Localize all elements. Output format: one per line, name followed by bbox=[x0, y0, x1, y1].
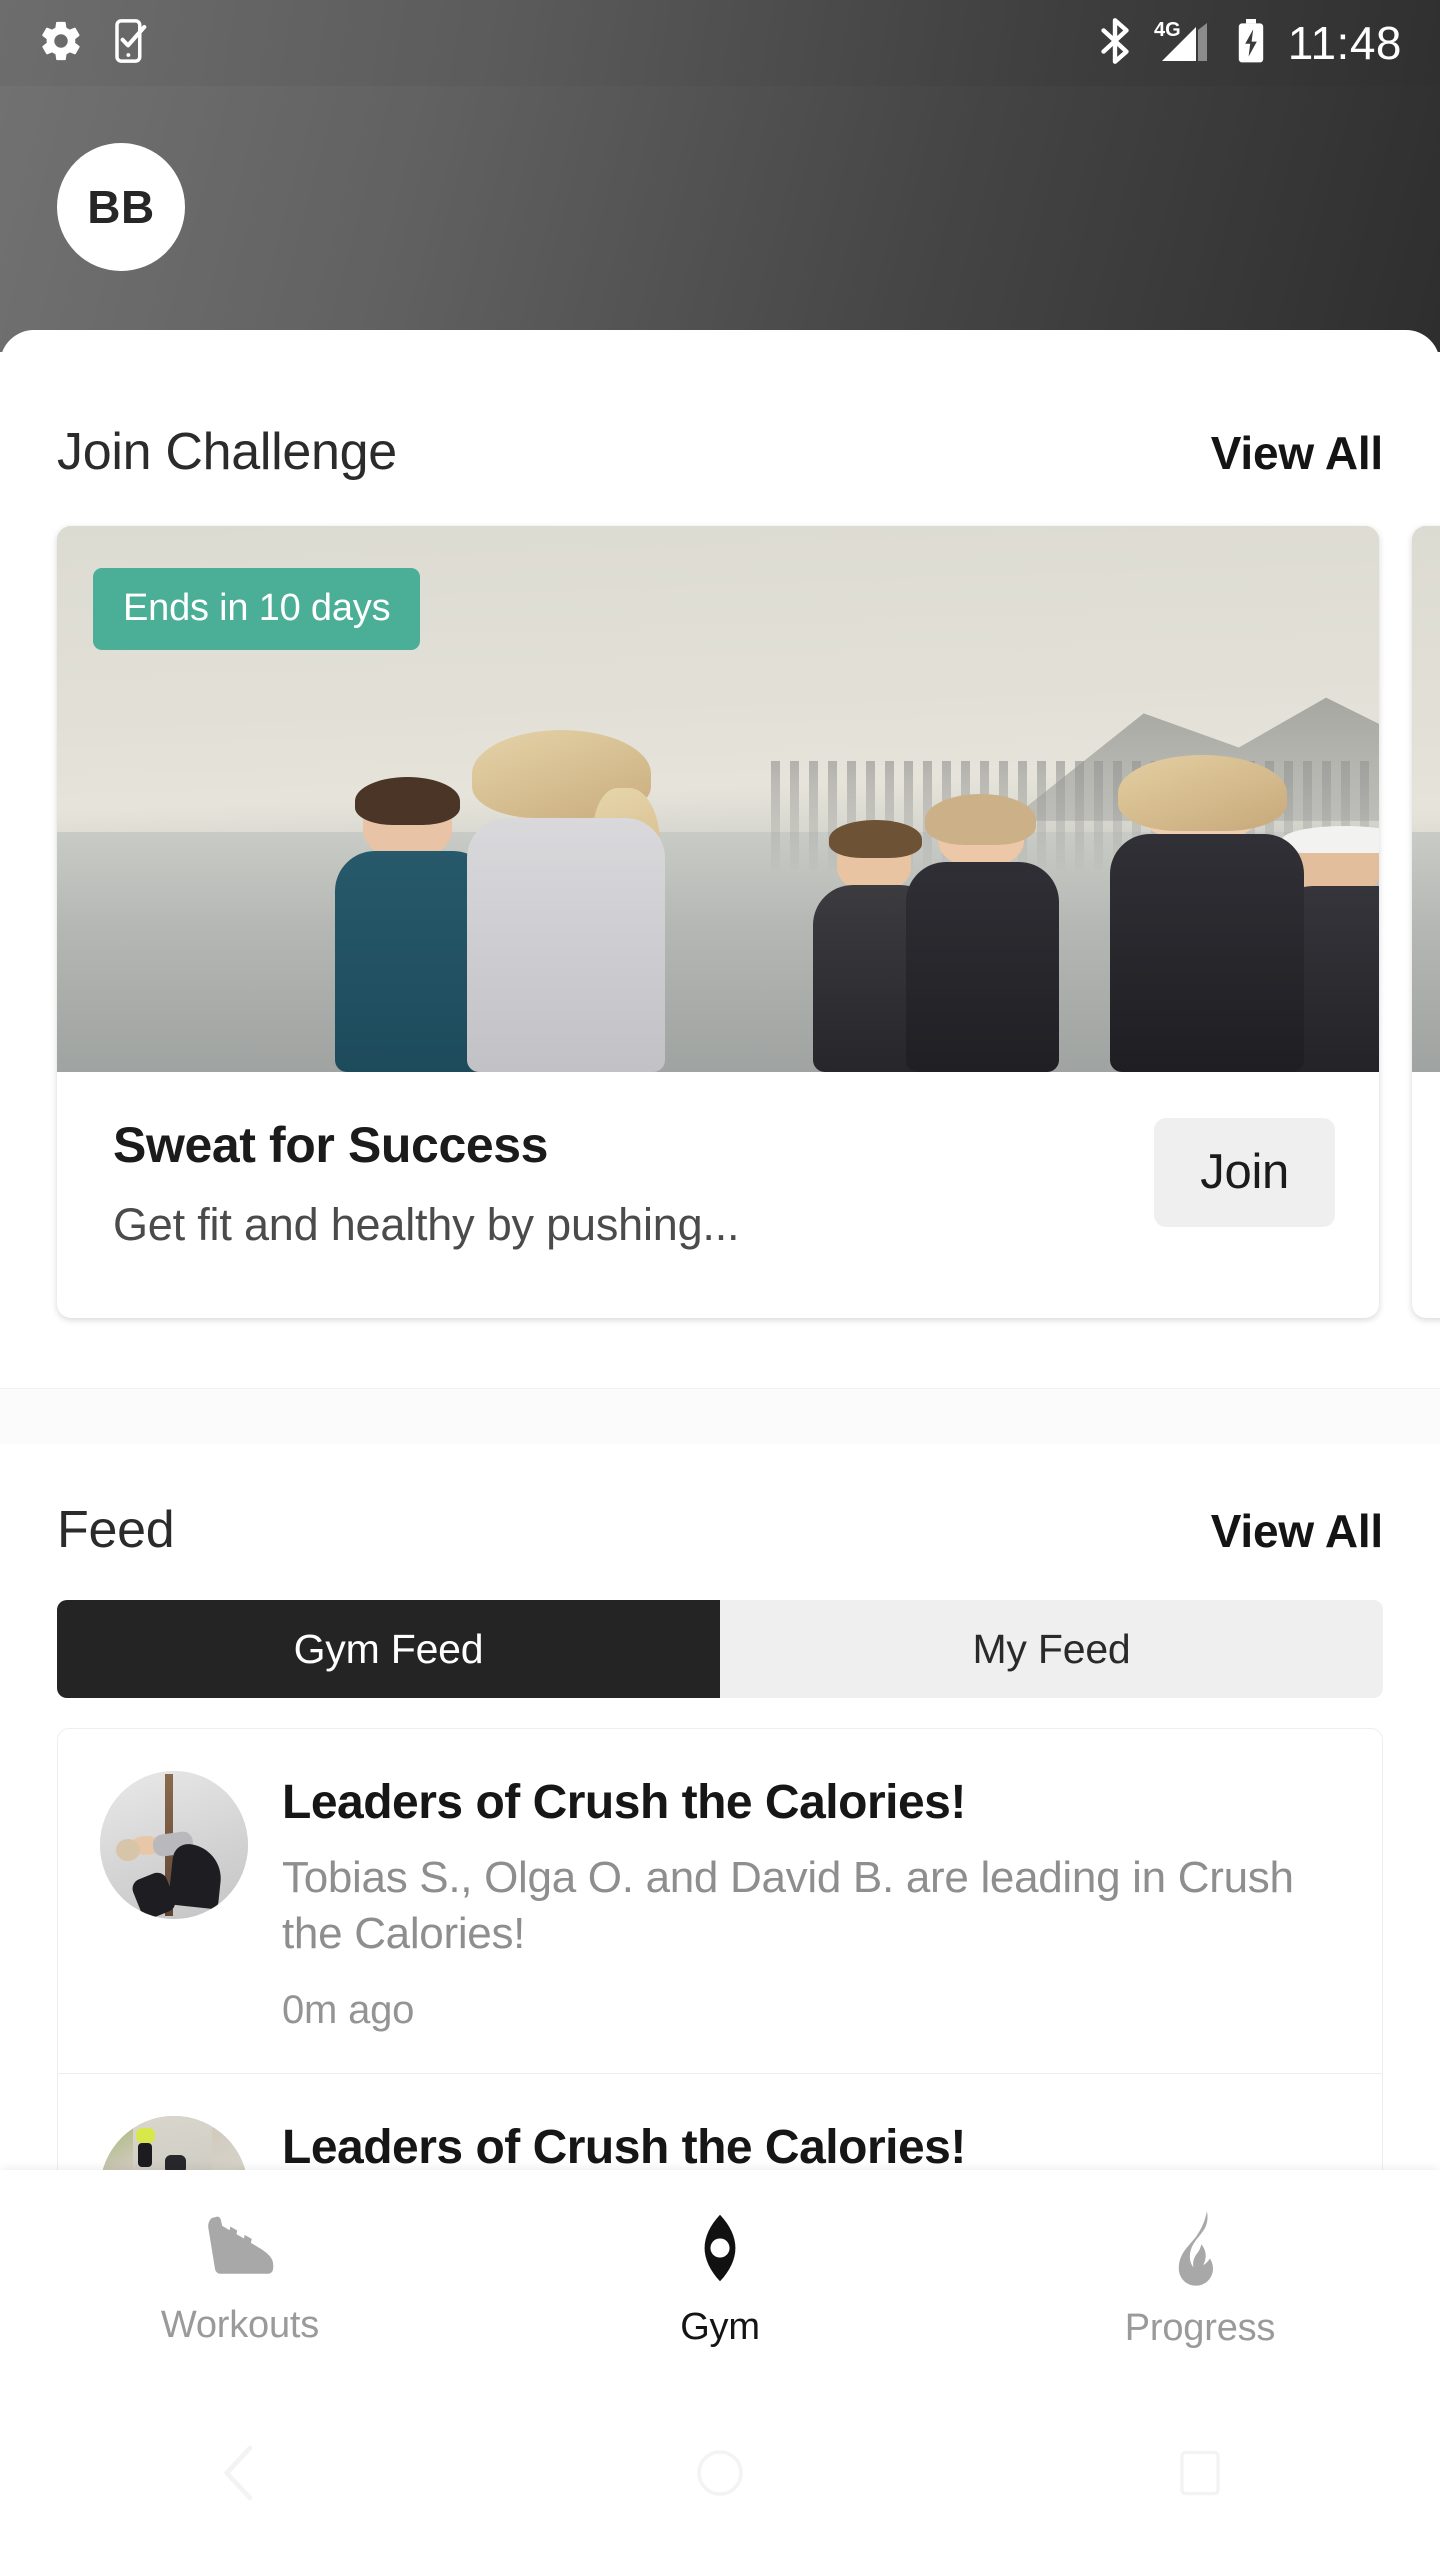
tab-gym-feed[interactable]: Gym Feed bbox=[57, 1600, 720, 1698]
circle-icon bbox=[695, 2448, 745, 2503]
nav-item-workouts[interactable]: Workouts bbox=[0, 2213, 480, 2347]
bluetooth-icon bbox=[1098, 17, 1132, 69]
challenge-card-description: Get fit and healthy by pushing... bbox=[113, 1199, 740, 1250]
svg-text:4G: 4G bbox=[1154, 19, 1181, 41]
tab-my-feed[interactable]: My Feed bbox=[720, 1600, 1383, 1698]
app-screen: 4G 11:48 BB Join Challenge View All Ends… bbox=[0, 0, 1440, 2560]
nav-label-workouts: Workouts bbox=[160, 2304, 320, 2346]
status-bar-right-icons: 4G 11:48 bbox=[1098, 17, 1402, 70]
challenge-card-text: Sweat for Success Get fit and healthy by… bbox=[113, 1112, 1154, 1251]
signal-4g-icon: 4G bbox=[1154, 17, 1214, 70]
feed-view-all-link[interactable]: View All bbox=[1211, 1504, 1383, 1558]
bottom-navigation: Workouts Gym Progress bbox=[0, 2170, 1440, 2390]
challenge-carousel[interactable]: Ends in 10 days Sweat for Success Get fi… bbox=[0, 526, 1440, 1326]
feed-section-header: Feed View All bbox=[0, 1500, 1440, 1560]
android-system-nav bbox=[0, 2390, 1440, 2560]
challenge-card[interactable]: Ends in 10 days Sweat for Success Get fi… bbox=[57, 526, 1379, 1318]
android-back-button[interactable] bbox=[0, 2443, 480, 2508]
nav-label-progress: Progress bbox=[1124, 2307, 1276, 2349]
challenge-section-title: Join Challenge bbox=[57, 423, 397, 481]
android-recents-button[interactable] bbox=[960, 2448, 1440, 2503]
avatar-initials: BB bbox=[87, 181, 155, 233]
nav-label-gym: Gym bbox=[680, 2306, 760, 2348]
profile-avatar[interactable]: BB bbox=[57, 143, 185, 271]
nav-item-gym[interactable]: Gym bbox=[480, 2211, 960, 2349]
feed-tabs: Gym Feed My Feed bbox=[57, 1600, 1383, 1698]
android-home-button[interactable] bbox=[480, 2448, 960, 2503]
status-bar-left-icons bbox=[38, 18, 152, 69]
section-divider bbox=[0, 1388, 1440, 1444]
challenge-badge: Ends in 10 days bbox=[93, 568, 421, 650]
challenge-card-body: Sweat for Success Get fit and healthy by… bbox=[57, 1072, 1379, 1251]
shoe-icon bbox=[197, 2213, 283, 2288]
feed-item[interactable]: Leaders of Crush the Calories! Tobias S.… bbox=[58, 1729, 1382, 2075]
nav-item-progress[interactable]: Progress bbox=[960, 2210, 1440, 2350]
challenge-view-all-link[interactable]: View All bbox=[1211, 426, 1383, 480]
feed-item-title: Leaders of Crush the Calories! bbox=[282, 1776, 966, 1829]
settings-gear-icon bbox=[38, 18, 84, 69]
gym-marker-icon bbox=[683, 2211, 757, 2290]
battery-charging-icon bbox=[1236, 17, 1266, 70]
feed-item-title: Leaders of Crush the Calories! bbox=[282, 2121, 966, 2175]
challenge-card-next[interactable] bbox=[1412, 526, 1440, 1318]
chevron-left-icon bbox=[218, 2443, 262, 2508]
feed-item-avatar bbox=[100, 1771, 248, 1919]
feed-section-title: Feed bbox=[57, 1501, 175, 1559]
challenge-image-next bbox=[1412, 526, 1440, 1072]
join-challenge-button[interactable]: Join bbox=[1154, 1118, 1335, 1227]
challenge-section-header: Join Challenge View All bbox=[0, 422, 1440, 482]
feed-item-subtitle: Tobias S., Olga O. and David B. are lead… bbox=[282, 1852, 1294, 1959]
feed-item-timestamp: 0m ago bbox=[282, 1988, 415, 2033]
flame-icon bbox=[1164, 2210, 1236, 2291]
challenge-image: Ends in 10 days bbox=[57, 526, 1379, 1072]
status-bar-clock: 11:48 bbox=[1287, 17, 1402, 69]
feed-item-text: Leaders of Crush the Calories! Tobias S.… bbox=[282, 1771, 1342, 2033]
status-bar: 4G 11:48 bbox=[0, 0, 1440, 86]
challenge-card-title: Sweat for Success bbox=[113, 1117, 549, 1173]
phone-check-icon bbox=[110, 18, 152, 69]
square-icon bbox=[1178, 2448, 1222, 2503]
